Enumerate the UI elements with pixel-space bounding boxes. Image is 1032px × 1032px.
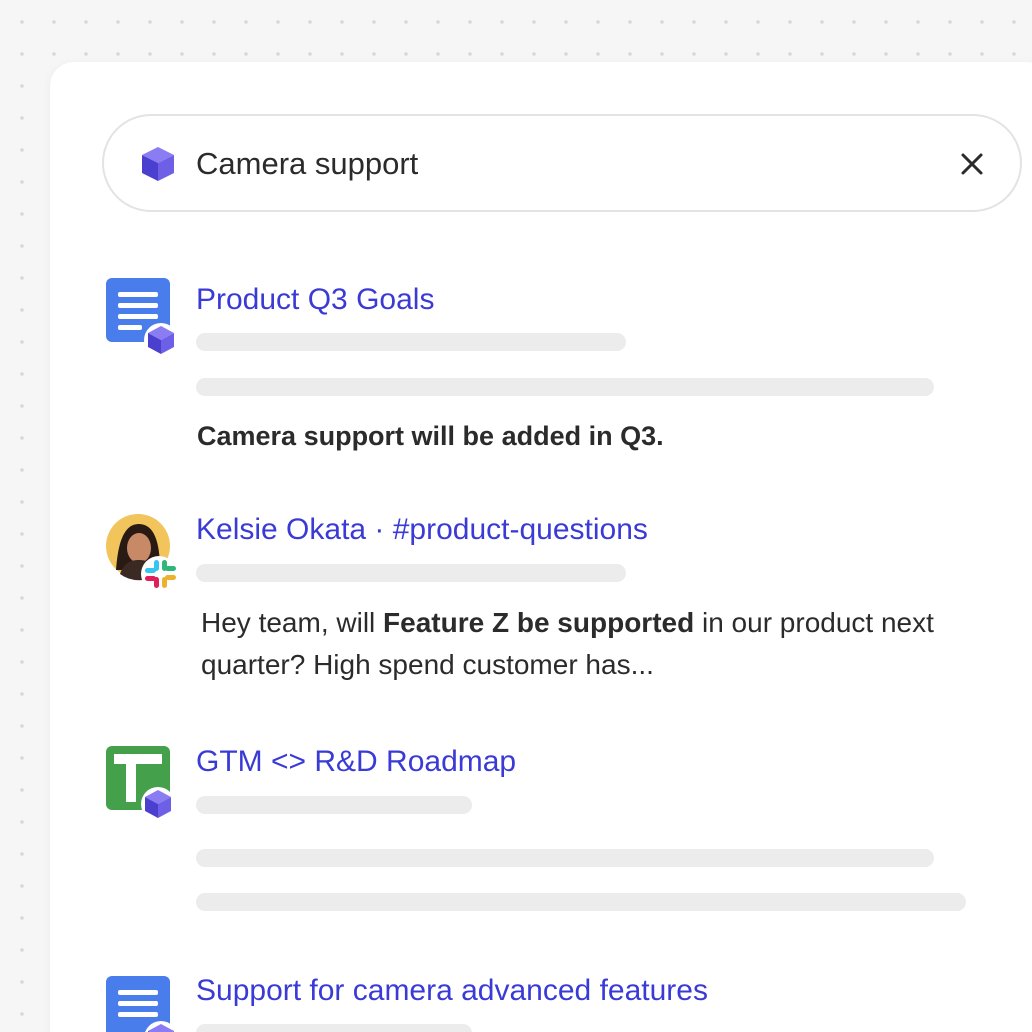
avatar bbox=[106, 514, 176, 590]
snippet-text: Hey team, will bbox=[201, 607, 384, 638]
spreadsheet-icon bbox=[106, 746, 175, 821]
skeleton-line bbox=[196, 564, 626, 582]
result-title-product-q3-goals[interactable]: Product Q3 Goals bbox=[196, 280, 434, 320]
skeleton-line bbox=[196, 378, 934, 396]
result-snippet: Hey team, will Feature Z be supported in… bbox=[201, 602, 991, 686]
skeleton-line bbox=[196, 1024, 472, 1032]
document-icon bbox=[106, 976, 176, 1032]
cube-icon bbox=[142, 147, 174, 181]
search-input[interactable]: Camera support bbox=[196, 144, 418, 184]
snippet-highlight: Feature Z be supported bbox=[383, 607, 695, 638]
search-bar[interactable]: Camera support bbox=[102, 114, 1022, 212]
document-icon bbox=[106, 278, 176, 354]
result-title-camera-advanced-features[interactable]: Support for camera advanced features bbox=[196, 971, 708, 1011]
skeleton-line bbox=[196, 849, 934, 867]
skeleton-line bbox=[196, 893, 966, 911]
result-snippet: Camera support will be added in Q3. bbox=[197, 421, 664, 451]
close-icon[interactable] bbox=[954, 146, 990, 182]
skeleton-line bbox=[196, 796, 472, 814]
result-title-gtm-roadmap[interactable]: GTM <> R&D Roadmap bbox=[196, 742, 516, 782]
result-title-kelsie-okata[interactable]: Kelsie Okata · #product-questions bbox=[196, 510, 648, 550]
skeleton-line bbox=[196, 333, 626, 351]
